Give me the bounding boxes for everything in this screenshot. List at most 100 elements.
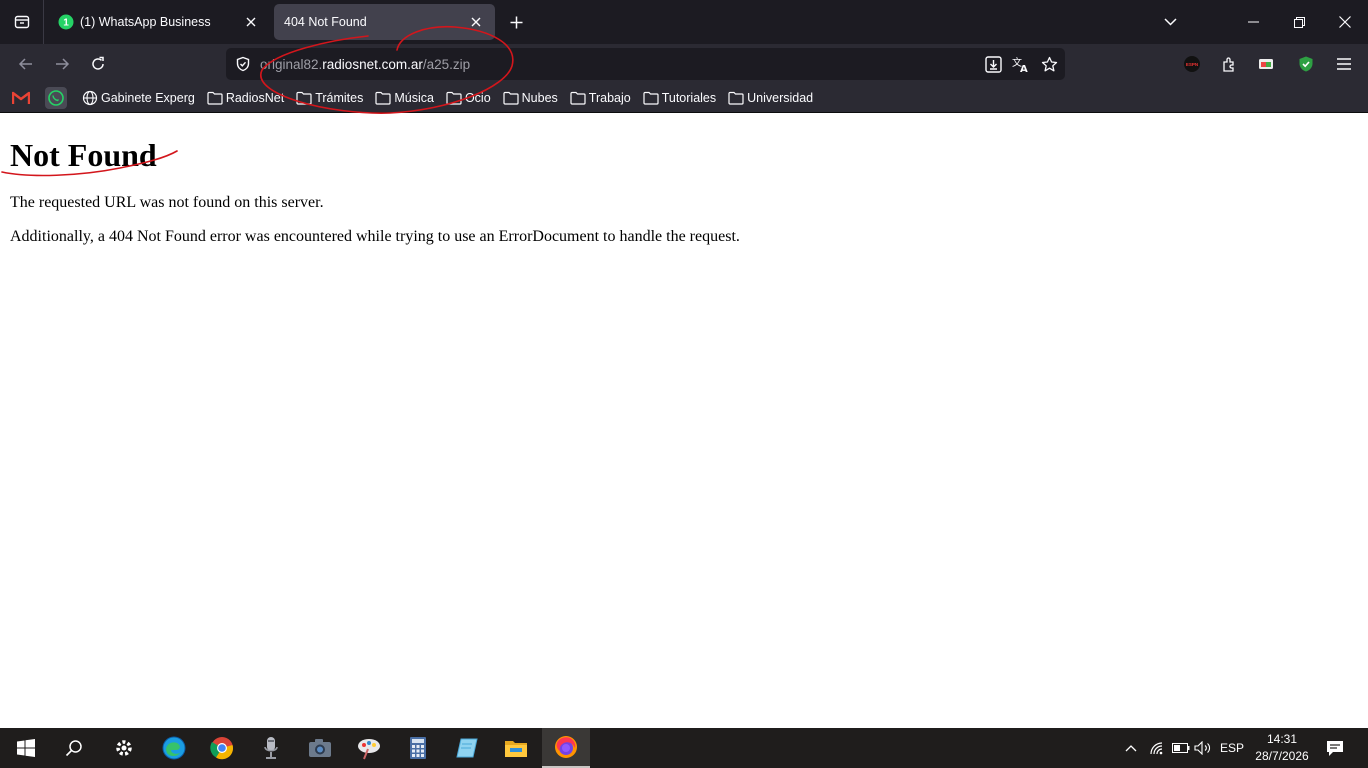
bookmark-folder[interactable]: Nubes	[503, 91, 558, 105]
folder-icon	[728, 91, 744, 105]
bookmark-label: Tutoriales	[661, 91, 717, 105]
tab-title: (1) WhatsApp Business	[80, 15, 211, 29]
reload-icon	[92, 56, 104, 70]
windows-taskbar: ESP 14:31 28/7/2026	[0, 728, 1368, 768]
tab-404[interactable]: 404 Not Found	[274, 4, 495, 40]
taskbar-edge[interactable]	[150, 728, 198, 768]
firefox-view-icon	[14, 15, 29, 29]
file-explorer-icon	[505, 741, 527, 757]
bookmark-folder[interactable]: Ocio	[446, 91, 491, 105]
tab-badge: 1	[63, 18, 69, 29]
notifications-button[interactable]	[1320, 728, 1350, 768]
close-window-button[interactable]	[1322, 0, 1368, 44]
reload-button[interactable]	[86, 52, 110, 76]
bookmark-folder[interactable]: RadiosNet	[207, 91, 284, 105]
taskbar-chrome[interactable]	[198, 728, 246, 768]
clock-time: 14:31	[1266, 732, 1298, 746]
bookmark-label: Ocio	[464, 91, 491, 105]
whatsapp-icon	[45, 87, 67, 109]
extensions-puzzle-icon[interactable]	[1218, 53, 1240, 75]
bookmark-star-icon[interactable]	[1039, 54, 1059, 74]
microphone-icon	[264, 737, 278, 759]
chrome-icon	[210, 737, 234, 760]
tray-battery[interactable]	[1170, 728, 1192, 768]
back-button[interactable]	[14, 52, 38, 76]
firefox-view-button[interactable]	[0, 0, 44, 44]
tracking-protection-icon[interactable]	[228, 48, 258, 80]
tray-language[interactable]: ESP	[1216, 728, 1248, 768]
taskbar-voice-recorder[interactable]	[247, 728, 295, 768]
bookmark-gmail[interactable]	[12, 91, 33, 105]
tray-network[interactable]	[1146, 728, 1168, 768]
extension-espn-icon[interactable]: ESPN	[1181, 53, 1203, 75]
start-icon	[17, 739, 35, 757]
address-bar[interactable]: original82.radiosnet.com.ar/a25.zip	[226, 48, 1065, 80]
tab-title: 404 Not Found	[284, 15, 367, 29]
bookmark-label: Música	[394, 91, 434, 105]
plus-icon	[510, 16, 522, 28]
settings-icon	[116, 740, 132, 756]
menu-button[interactable]	[1333, 53, 1355, 75]
download-icon[interactable]	[983, 54, 1003, 74]
bookmark-label: Trabajo	[588, 91, 631, 105]
minimize-button[interactable]	[1230, 0, 1276, 44]
tab-bar: 1 (1) WhatsApp Business 404 Not Found	[0, 0, 1368, 44]
taskbar-notepad[interactable]	[443, 728, 491, 768]
globe-icon	[82, 90, 98, 106]
folder-icon	[375, 91, 391, 105]
url-text[interactable]: original82.radiosnet.com.ar/a25.zip	[260, 57, 470, 72]
url-subdomain: original82.	[260, 56, 323, 72]
edge-icon	[162, 736, 186, 760]
extension-sync-icon[interactable]	[1255, 53, 1277, 75]
taskbar-file-explorer[interactable]	[492, 728, 540, 768]
folder-icon	[570, 91, 586, 105]
tab-whatsapp[interactable]: 1 (1) WhatsApp Business	[48, 4, 270, 40]
bookmark-label: Nubes	[521, 91, 558, 105]
close-tab-icon[interactable]	[242, 13, 260, 31]
taskbar-paint[interactable]	[345, 728, 393, 768]
error-message: The requested URL was not found on this …	[10, 194, 324, 211]
bookmark-folder[interactable]: Universidad	[728, 91, 813, 105]
bookmark-label: Universidad	[747, 91, 814, 105]
page-title: Not Found	[10, 137, 157, 173]
taskbar-firefox[interactable]	[542, 728, 590, 768]
taskbar-search-button[interactable]	[50, 728, 98, 768]
list-all-tabs-button[interactable]	[1158, 11, 1182, 33]
new-tab-button[interactable]	[505, 11, 527, 33]
extension-shield-icon[interactable]	[1295, 53, 1317, 75]
error-detail: Additionally, a 404 Not Found error was …	[10, 228, 740, 245]
forward-button[interactable]	[50, 52, 74, 76]
bookmark-label: Trámites	[315, 91, 364, 105]
arrow-left-icon	[18, 58, 32, 70]
restore-button[interactable]	[1276, 0, 1322, 44]
page-content: Not Found The requested URL was not foun…	[0, 113, 1368, 728]
folder-icon	[446, 91, 462, 105]
start-button[interactable]	[2, 728, 50, 768]
bookmark-folder[interactable]: Trámites	[296, 91, 363, 105]
firefox-icon	[555, 736, 577, 758]
close-tab-icon[interactable]	[467, 13, 485, 31]
camera-icon	[309, 739, 331, 757]
bookmark-folder[interactable]: Música	[375, 91, 434, 105]
tray-volume[interactable]	[1192, 728, 1214, 768]
bookmark-label: RadiosNet	[225, 91, 285, 105]
taskbar-calculator[interactable]	[394, 728, 442, 768]
close-icon	[1339, 16, 1351, 28]
tray-overflow-button[interactable]	[1120, 728, 1142, 768]
bookmark-item[interactable]: Gabinete Experg	[82, 90, 195, 106]
hamburger-icon	[1337, 58, 1351, 70]
translate-icon[interactable]: 文A	[1011, 54, 1031, 74]
notification-icon	[1327, 740, 1343, 756]
bookmark-folder[interactable]: Tutoriales	[643, 91, 716, 105]
bookmark-folder[interactable]: Trabajo	[570, 91, 631, 105]
bookmark-whatsapp[interactable]	[45, 87, 70, 109]
tray-clock[interactable]: 14:31 28/7/2026	[1250, 731, 1314, 765]
search-icon	[65, 740, 82, 757]
gmail-icon	[12, 91, 30, 104]
svg-text:ESPN: ESPN	[1186, 62, 1198, 67]
minimize-icon	[1247, 21, 1259, 23]
taskbar-settings[interactable]	[100, 728, 148, 768]
calculator-icon	[410, 737, 426, 759]
notepad-icon	[456, 738, 478, 758]
taskbar-camera[interactable]	[296, 728, 344, 768]
